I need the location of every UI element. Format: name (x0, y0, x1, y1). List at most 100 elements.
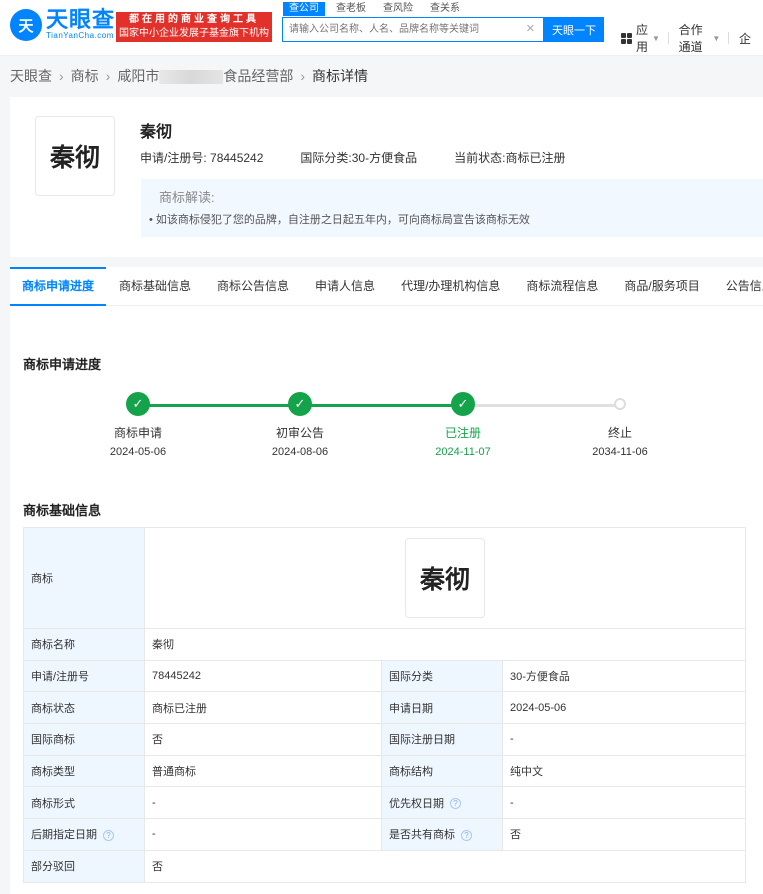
search-box: ✕ (282, 17, 544, 42)
tab-process[interactable]: 商标流程信息 (513, 267, 611, 306)
step-label: 终止 (607, 426, 632, 440)
clear-icon[interactable]: ✕ (526, 22, 535, 35)
caret-down-icon: ▼ (652, 33, 660, 43)
class-label: 国际分类: (300, 151, 352, 165)
basic-info-section-title: 商标基础信息 (23, 503, 102, 518)
tab-goods-services[interactable]: 商品/服务项目 (611, 267, 712, 306)
table-value: 纯中文 (502, 754, 746, 788)
table-value: 秦彻 (144, 628, 746, 661)
site-logo[interactable]: 天 天眼查 TianYanCha.com (10, 9, 115, 41)
trademark-title: 秦彻 (140, 124, 173, 141)
table-value: 78445242 (144, 659, 382, 693)
progress-section-title: 商标申请进度 (23, 357, 102, 372)
table-value: 普通商标 (144, 754, 382, 788)
table-key: 商标 (23, 527, 145, 629)
table-key: 商标形式 (23, 786, 145, 820)
table-key: 申请/注册号 (23, 659, 145, 693)
logo-mark: 天 (10, 9, 42, 41)
breadcrumb-trademark[interactable]: 商标 (71, 66, 99, 86)
step-date: 2034-11-06 (592, 446, 648, 458)
table-key: 商标状态 (23, 691, 145, 725)
detail-tabs: 商标申请进度 商标基础信息 商标公告信息 申请人信息 代理/办理机构信息 商标流… (10, 267, 763, 306)
trademark-image[interactable]: 秦彻 (405, 538, 485, 618)
nav-partner-label: 合作通道 (678, 23, 703, 54)
breadcrumb-company-suffix: 食品经营部 (223, 68, 294, 84)
reg-no-meta: 申请/注册号: 78445242 (140, 149, 263, 166)
status-label: 当前状态: (454, 151, 506, 165)
search-tabs: 查公司 查老板 查风险 查关系 (283, 2, 471, 16)
table-key: 部分驳回 (23, 849, 145, 883)
table-row: 商标状态 商标已注册 申请日期 2024-05-06 (23, 691, 746, 725)
search-input[interactable] (283, 18, 523, 41)
class-value: 30-方便食品 (351, 151, 418, 165)
table-value: 2024-05-06 (502, 691, 746, 725)
pending-circle-icon (614, 398, 626, 410)
table-key-cell: 是否共有商标? (381, 818, 503, 851)
table-value: 否 (144, 723, 382, 756)
nav-apps[interactable]: 应用 ▼ (621, 21, 660, 55)
progress-step: ✓ 商标申请 2024-05-06 (88, 392, 188, 458)
redacted-text (159, 70, 224, 85)
chevron-right-icon: › (300, 68, 306, 84)
help-icon[interactable]: ? (461, 830, 472, 842)
table-value: 秦彻 (144, 527, 746, 629)
progress-step-pending: 终止 2034-11-06 (570, 392, 670, 458)
tab-announcement[interactable]: 商标公告信息 (204, 267, 302, 306)
table-key: 国际注册日期 (381, 723, 503, 756)
table-row: 部分驳回 否 (23, 849, 746, 883)
table-key: 商标结构 (381, 754, 503, 788)
table-key: 国际分类 (381, 659, 503, 693)
step-date: 2024-08-06 (271, 446, 329, 458)
explain-title: 商标解读: (159, 190, 215, 205)
table-row: 商标形式 - 优先权日期? - (23, 786, 746, 820)
step-label: 已注册 (444, 426, 481, 440)
detail-card: 商标申请进度 商标基础信息 商标公告信息 申请人信息 代理/办理机构信息 商标流… (10, 267, 763, 894)
help-icon[interactable]: ? (103, 830, 114, 842)
tab-applicant[interactable]: 申请人信息 (302, 267, 388, 306)
chevron-right-icon: › (59, 68, 64, 84)
check-icon: ✓ (126, 392, 150, 416)
nav-enterprise-label: 企 (738, 31, 751, 46)
search-tab-company[interactable]: 查公司 (283, 2, 325, 16)
reg-no-label: 申请/注册号: (140, 151, 207, 165)
search-button[interactable]: 天眼一下 (544, 17, 604, 42)
trademark-explain-box: 商标解读: • 如该商标侵犯了您的品牌，自注册之日起五年内，可向商标局宣告该商标… (141, 179, 763, 237)
search-tab-risk[interactable]: 查风险 (377, 2, 419, 16)
table-key: 国际商标 (23, 723, 145, 756)
help-icon[interactable]: ? (450, 798, 461, 810)
check-icon: ✓ (288, 392, 312, 416)
breadcrumb-company[interactable]: 咸阳市 食品经营部 (117, 66, 293, 86)
table-value: - (502, 786, 746, 820)
table-row: 国际商标 否 国际注册日期 - (23, 723, 746, 756)
table-row: 商标 秦彻 (23, 527, 746, 629)
nav-enterprise[interactable]: 企 (739, 30, 751, 47)
breadcrumb-home[interactable]: 天眼查 (10, 66, 52, 86)
progress-step: ✓ 初审公告 2024-08-06 (250, 392, 350, 458)
table-key: 是否共有商标 (389, 829, 455, 842)
explain-item: • 如该商标侵犯了您的品牌，自注册之日起五年内，可向商标局宣告该商标无效 (149, 214, 530, 226)
trademark-thumbnail[interactable]: 秦彻 (35, 116, 115, 196)
table-value: - (502, 723, 746, 756)
tab-agency[interactable]: 代理/办理机构信息 (388, 267, 513, 306)
table-row: 商标名称 秦彻 (23, 628, 746, 661)
search-tab-relation[interactable]: 查关系 (424, 2, 466, 16)
search-tab-boss[interactable]: 查老板 (330, 2, 372, 16)
breadcrumb: 天眼查 › 商标 › 咸阳市 食品经营部 › 商标详情 (10, 66, 368, 86)
top-header: 天 天眼查 TianYanCha.com 都在用的商业查询工具 国家中小企业发展… (0, 0, 763, 56)
nav-partner[interactable]: 合作通道 ▼ (679, 21, 721, 55)
table-row: 后期指定日期? - 是否共有商标? 否 (23, 818, 746, 851)
slogan-banner: 都在用的商业查询工具 国家中小企业发展子基金旗下机构 (116, 12, 272, 42)
progress-timeline: ✓ 商标申请 2024-05-06 ✓ 初审公告 2024-08-06 ✓ 已注… (70, 392, 670, 472)
table-value: 否 (144, 849, 746, 883)
table-key: 优先权日期 (389, 797, 444, 810)
class-meta: 国际分类:30-方便食品 (300, 149, 417, 166)
tab-apply-progress[interactable]: 商标申请进度 (10, 267, 107, 306)
table-value: 否 (502, 818, 746, 851)
tab-basic-info[interactable]: 商标基础信息 (106, 267, 204, 306)
tab-notice[interactable]: 公告信息 (713, 267, 763, 306)
logo-sub: TianYanCha.com (46, 31, 114, 40)
reg-no-value: 78445242 (210, 151, 264, 165)
header-nav: 应用 ▼ 合作通道 ▼ 企 (621, 21, 763, 55)
table-key: 商标类型 (23, 754, 145, 788)
status-meta: 当前状态:商标已注册 (454, 149, 565, 166)
